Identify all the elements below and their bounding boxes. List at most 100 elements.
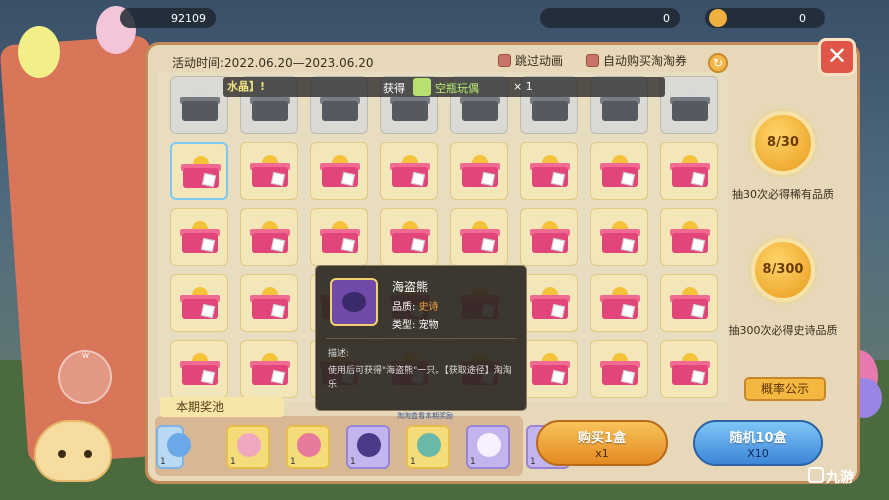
skip-animation-toggle[interactable]: 跳过动画 — [498, 52, 563, 69]
buy-ten-button[interactable]: 随机10盒 X10 — [693, 420, 823, 466]
gift-icon — [250, 287, 290, 319]
prize-item[interactable]: 1 — [406, 425, 450, 469]
checkbox-icon[interactable] — [586, 54, 599, 67]
auto-buy-label: 自动购买淘淘券 — [603, 54, 688, 68]
rare-guarantee-text: 抽30次必得稀有品质 — [732, 188, 834, 201]
gift-icon — [670, 287, 710, 319]
notice-got: 获得 — [383, 82, 405, 95]
gold-value: 92109 — [171, 11, 206, 25]
gift-box[interactable] — [590, 208, 648, 266]
prize-pool-hint[interactable]: 淘淘盒看本期奖励 — [397, 411, 453, 421]
gift-icon — [670, 353, 710, 385]
prize-item[interactable]: 1 — [156, 425, 191, 469]
prize-icon — [297, 433, 321, 457]
gift-icon — [180, 221, 220, 253]
gift-icon — [670, 89, 710, 121]
buy-ten-label: 随机10盒 — [729, 431, 787, 446]
balloon-decor — [18, 26, 60, 78]
skip-animation-label: 跳过动画 — [515, 54, 564, 68]
auto-buy-toggle[interactable]: 自动购买淘淘券 — [586, 52, 687, 69]
gift-icon — [530, 221, 570, 253]
gift-icon — [600, 353, 640, 385]
tooltip-type: 类型: 宠物 — [392, 316, 439, 331]
refresh-icon[interactable]: ↻ — [708, 53, 728, 73]
gift-box[interactable] — [310, 142, 368, 200]
close-button[interactable]: ✕ — [818, 38, 856, 76]
gift-box[interactable] — [240, 274, 298, 332]
prize-qty: 1 — [530, 457, 536, 467]
ticket-value: 0 — [799, 11, 806, 25]
gift-icon — [180, 287, 220, 319]
cat-mascot — [34, 420, 112, 482]
gift-box[interactable] — [240, 340, 298, 398]
gift-box[interactable] — [660, 274, 718, 332]
buy-one-button[interactable]: 购买1盒 x1 — [536, 420, 668, 466]
gift-icon — [250, 221, 290, 253]
gift-icon — [320, 221, 360, 253]
checkbox-icon[interactable] — [498, 54, 511, 67]
joystick-label: W — [82, 352, 89, 360]
prize-qty: 1 — [160, 457, 166, 467]
gift-box[interactable] — [450, 208, 508, 266]
gift-box[interactable] — [590, 274, 648, 332]
gift-box[interactable] — [310, 208, 368, 266]
gift-box[interactable] — [590, 340, 648, 398]
gift-box[interactable] — [450, 142, 508, 200]
gift-box[interactable] — [660, 340, 718, 398]
gift-box[interactable] — [660, 208, 718, 266]
epic-guarantee-text: 抽300次必得史诗品质 — [728, 324, 838, 337]
gift-box[interactable] — [380, 208, 438, 266]
watermark: 九游 — [826, 470, 854, 486]
gift-icon — [600, 221, 640, 253]
probability-button[interactable]: 概率公示 — [744, 377, 826, 401]
gift-box[interactable] — [240, 142, 298, 200]
star-icon — [709, 9, 727, 27]
prize-icon — [237, 433, 261, 457]
gift-box[interactable] — [240, 208, 298, 266]
gift-box[interactable] — [380, 142, 438, 200]
gift-icon — [460, 221, 500, 253]
gift-box[interactable] — [170, 208, 228, 266]
gift-icon — [600, 155, 640, 187]
coin-value: 0 — [663, 11, 670, 25]
prize-item[interactable]: 1 — [346, 425, 390, 469]
gift-box[interactable] — [520, 208, 578, 266]
gift-box[interactable] — [170, 274, 228, 332]
gift-icon — [530, 353, 570, 385]
gift-box[interactable] — [520, 340, 578, 398]
gift-icon — [670, 221, 710, 253]
activity-time: 活动时间:2022.06.20—2023.06.20 — [172, 56, 374, 70]
progress-medal-rare[interactable]: 8/30 — [751, 111, 815, 175]
desc-text: 使用后可获得"海盗熊"一只。【获取途径】淘淘乐 — [328, 366, 512, 390]
mascot-eye — [84, 450, 92, 458]
gift-icon — [250, 155, 290, 187]
gift-icon — [390, 221, 430, 253]
prize-pool-title: 本期奖池 — [160, 397, 284, 417]
tooltip-quality: 品质: 史诗 — [392, 298, 439, 313]
notice-count: × 1 — [513, 80, 533, 93]
gift-box[interactable] — [520, 142, 578, 200]
item-icon — [413, 78, 431, 96]
gift-box[interactable] — [520, 274, 578, 332]
gift-box[interactable] — [590, 142, 648, 200]
desc-header: 描述: — [328, 349, 350, 359]
prize-qty: 1 — [230, 457, 236, 467]
prize-icon — [167, 433, 191, 457]
gift-box[interactable] — [170, 142, 228, 200]
gift-icon — [600, 287, 640, 319]
prize-qty: 1 — [470, 457, 476, 467]
coin-counter: 0 — [540, 8, 680, 28]
prize-item[interactable]: 1 — [466, 425, 510, 469]
gift-box[interactable] — [660, 142, 718, 200]
notification-bar: 水晶】! 获得 空瓶玩偶 × 1 — [223, 77, 665, 97]
watermark-icon — [808, 467, 824, 483]
notice-item: 空瓶玩偶 — [435, 82, 479, 95]
progress-medal-epic[interactable]: 8/300 — [751, 238, 815, 302]
prize-item[interactable]: 1 — [286, 425, 330, 469]
gift-icon — [670, 155, 710, 187]
gift-icon — [530, 155, 570, 187]
type-value: 宠物 — [418, 320, 439, 331]
prize-item[interactable]: 1 — [226, 425, 270, 469]
gift-box[interactable] — [170, 340, 228, 398]
prize-qty: 1 — [290, 457, 296, 467]
